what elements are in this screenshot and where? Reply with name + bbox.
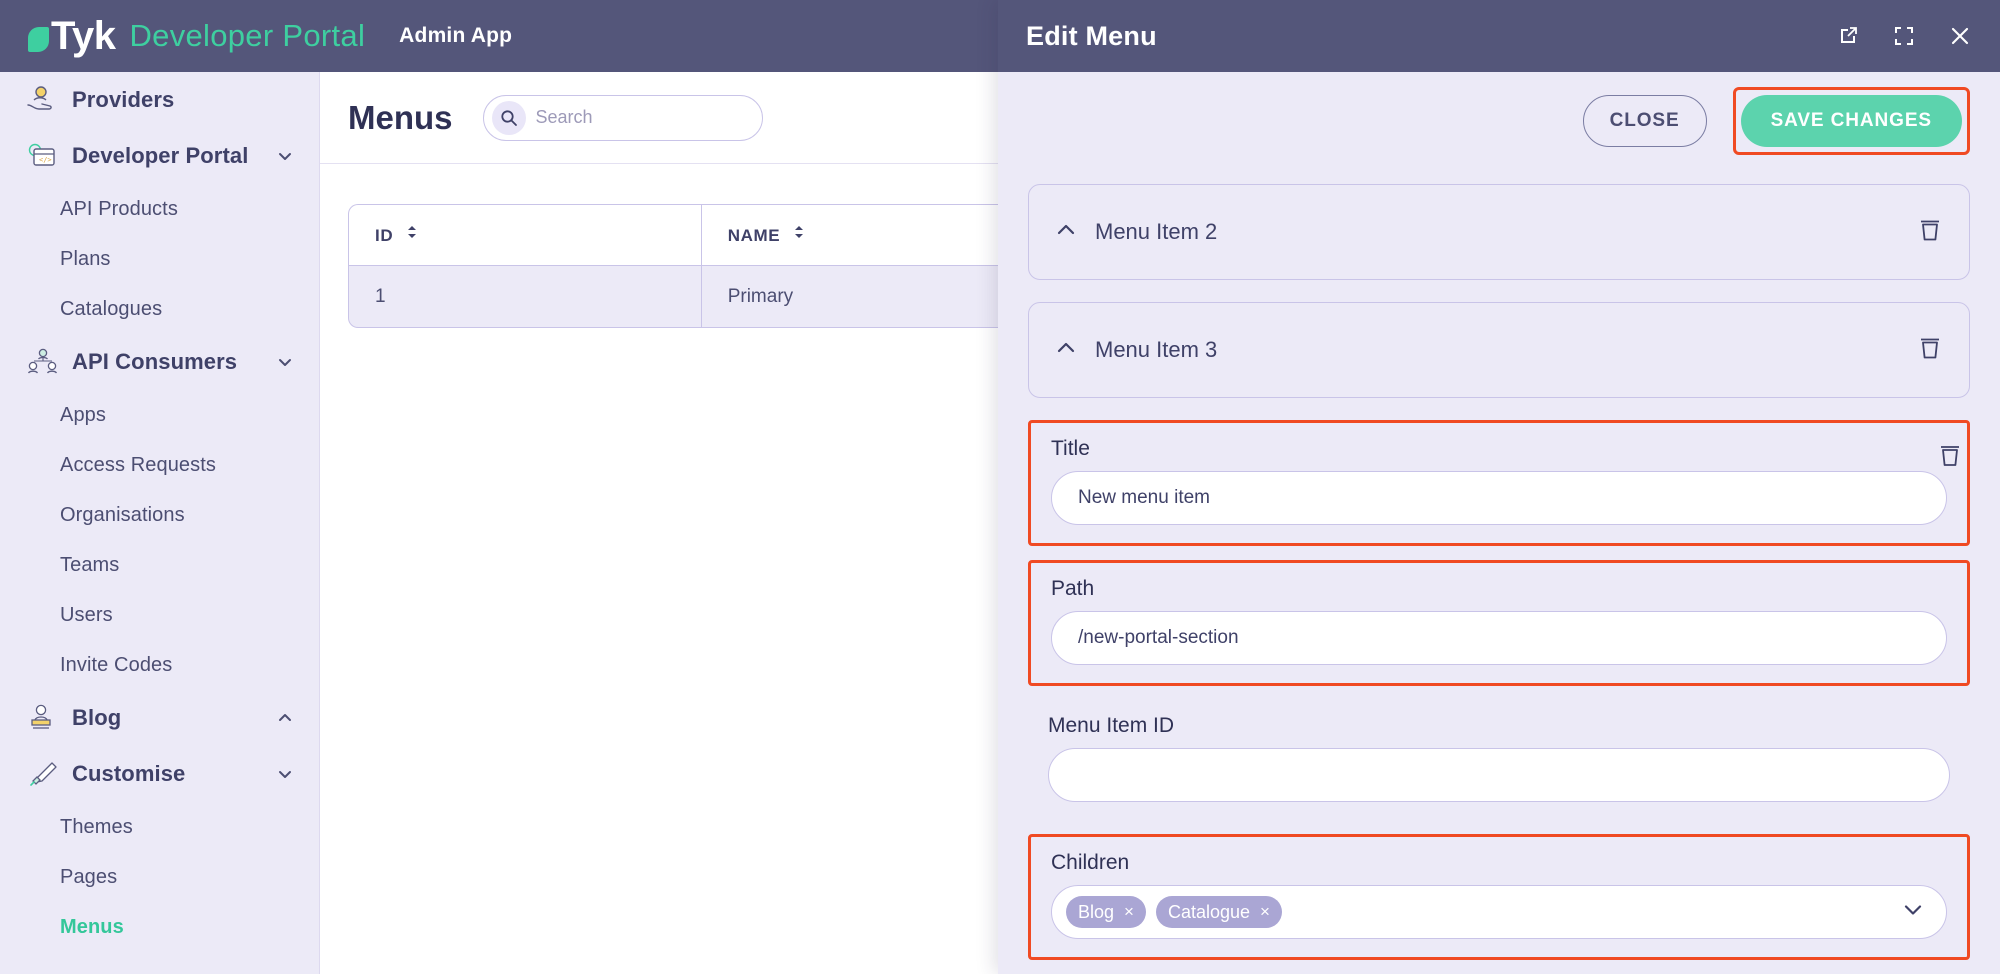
users-network-icon xyxy=(26,346,66,378)
cell-id: 1 xyxy=(348,266,701,328)
svg-text:</>: </> xyxy=(39,156,52,164)
drawer-action-bar: CLOSE SAVE CHANGES xyxy=(998,72,2000,170)
chip-label: Catalogue xyxy=(1167,901,1251,922)
menu-item-label: Menu Item 2 xyxy=(1095,219,1218,244)
search-box[interactable] xyxy=(482,94,763,141)
page-title: Menus xyxy=(348,98,453,136)
sidebar-group-label: API Consumers xyxy=(72,349,238,374)
sidebar-group-label: Blog xyxy=(72,705,122,730)
sidebar-item-api-products[interactable]: API Products xyxy=(0,184,319,234)
save-changes-button[interactable]: SAVE CHANGES xyxy=(1740,95,1962,147)
drawer-header: Edit Menu xyxy=(998,0,2000,72)
sidebar-item-apps[interactable]: Apps xyxy=(0,390,319,440)
menu-item-card[interactable]: Menu Item 3 xyxy=(1028,302,1970,398)
sidebar: Providers </> Developer Portal API Produ… xyxy=(0,72,320,974)
menu-item-card[interactable]: Menu Item 2 xyxy=(1028,184,1970,280)
chip-remove-icon[interactable]: × xyxy=(1260,902,1270,922)
sidebar-item-pages[interactable]: Pages xyxy=(0,852,319,902)
children-multiselect[interactable]: Blog × Catalogue × xyxy=(1051,885,1947,939)
children-field-label: Children xyxy=(1051,851,1130,874)
search-input[interactable] xyxy=(535,107,736,128)
external-link-icon[interactable] xyxy=(1836,24,1860,48)
column-header-id[interactable]: ID xyxy=(348,204,701,266)
trash-icon[interactable] xyxy=(1917,216,1943,249)
sidebar-group-api-consumers[interactable]: API Consumers xyxy=(0,334,319,390)
menu-item-id-input[interactable] xyxy=(1048,748,1950,802)
chevron-up-icon[interactable] xyxy=(277,710,293,726)
blog-stand-icon xyxy=(26,702,66,734)
sort-icon[interactable] xyxy=(793,224,805,245)
sort-icon[interactable] xyxy=(406,224,418,245)
sidebar-item-invite-codes[interactable]: Invite Codes xyxy=(0,640,319,690)
chevron-down-icon[interactable] xyxy=(277,148,293,164)
sidebar-group-blog[interactable]: Blog xyxy=(0,690,319,746)
sidebar-item-teams[interactable]: Teams xyxy=(0,540,319,590)
sidebar-group-developer-portal[interactable]: </> Developer Portal xyxy=(0,128,319,184)
title-field-label: Title xyxy=(1051,437,1090,460)
sidebar-group-customise[interactable]: Customise xyxy=(0,746,319,802)
path-field-group: Path xyxy=(1028,560,1970,686)
trash-icon[interactable] xyxy=(1917,334,1943,367)
chevron-up-icon[interactable] xyxy=(1055,219,1077,246)
search-icon xyxy=(491,100,526,135)
drawer-header-icons xyxy=(1836,24,1972,48)
sidebar-item-catalogues[interactable]: Catalogues xyxy=(0,284,319,334)
brand-logo[interactable]: Tyk Developer Portal xyxy=(28,16,365,56)
title-input[interactable] xyxy=(1051,471,1947,525)
path-field-label: Path xyxy=(1051,577,1095,600)
logo-developer-portal-text: Developer Portal xyxy=(129,18,366,53)
edit-menu-drawer: Edit Menu CLOSE SAVE CHANGES Menu Item 2… xyxy=(998,0,2000,974)
sidebar-group-label: Developer Portal xyxy=(72,143,249,168)
menu-item-label: Menu Item 3 xyxy=(1095,337,1218,362)
chip-catalogue[interactable]: Catalogue × xyxy=(1155,896,1282,928)
sidebar-item-plans[interactable]: Plans xyxy=(0,234,319,284)
path-input[interactable] xyxy=(1051,611,1947,665)
children-field-group: Children Blog × Catalogue × xyxy=(1028,834,1970,960)
sidebar-item-themes[interactable]: Themes xyxy=(0,802,319,852)
paint-brush-icon xyxy=(26,758,66,790)
chip-label: Blog xyxy=(1078,901,1115,922)
trash-icon[interactable] xyxy=(1937,441,1963,474)
close-icon[interactable] xyxy=(1948,24,1972,48)
logo-tyk-text: Tyk xyxy=(51,14,116,58)
chip-blog[interactable]: Blog × xyxy=(1066,896,1146,928)
tyk-leaf-icon xyxy=(28,26,49,52)
menu-item-id-field-label: Menu Item ID xyxy=(1048,714,1175,737)
title-field-group: Title xyxy=(1028,420,1970,546)
sidebar-item-organisations[interactable]: Organisations xyxy=(0,490,319,540)
chevron-down-icon[interactable] xyxy=(277,354,293,370)
hand-coin-icon xyxy=(26,84,66,116)
fullscreen-icon[interactable] xyxy=(1892,24,1916,48)
menu-item-id-field-group: Menu Item ID xyxy=(1028,700,1970,820)
sidebar-item-menus[interactable]: Menus xyxy=(0,902,319,952)
sidebar-group-providers[interactable]: Providers xyxy=(0,72,319,128)
admin-app-label: Admin App xyxy=(399,24,513,47)
sidebar-group-label: Customise xyxy=(72,761,186,786)
sidebar-item-users[interactable]: Users xyxy=(0,590,319,640)
chevron-up-icon[interactable] xyxy=(1055,337,1077,364)
chip-remove-icon[interactable]: × xyxy=(1124,902,1134,922)
sidebar-group-label: Providers xyxy=(72,87,175,112)
chevron-down-icon[interactable] xyxy=(277,766,293,782)
sidebar-item-access-requests[interactable]: Access Requests xyxy=(0,440,319,490)
close-button[interactable]: CLOSE xyxy=(1582,95,1707,147)
chevron-down-icon[interactable] xyxy=(1902,899,1924,926)
drawer-body: Menu Item 2 Menu Item 3 Title New menu i… xyxy=(998,170,2000,974)
code-window-icon: </> xyxy=(26,140,66,172)
drawer-title: Edit Menu xyxy=(1026,20,1157,51)
save-button-highlight: SAVE CHANGES xyxy=(1732,87,1970,155)
app-root: Tyk Developer Portal Admin App Providers xyxy=(0,0,2000,974)
